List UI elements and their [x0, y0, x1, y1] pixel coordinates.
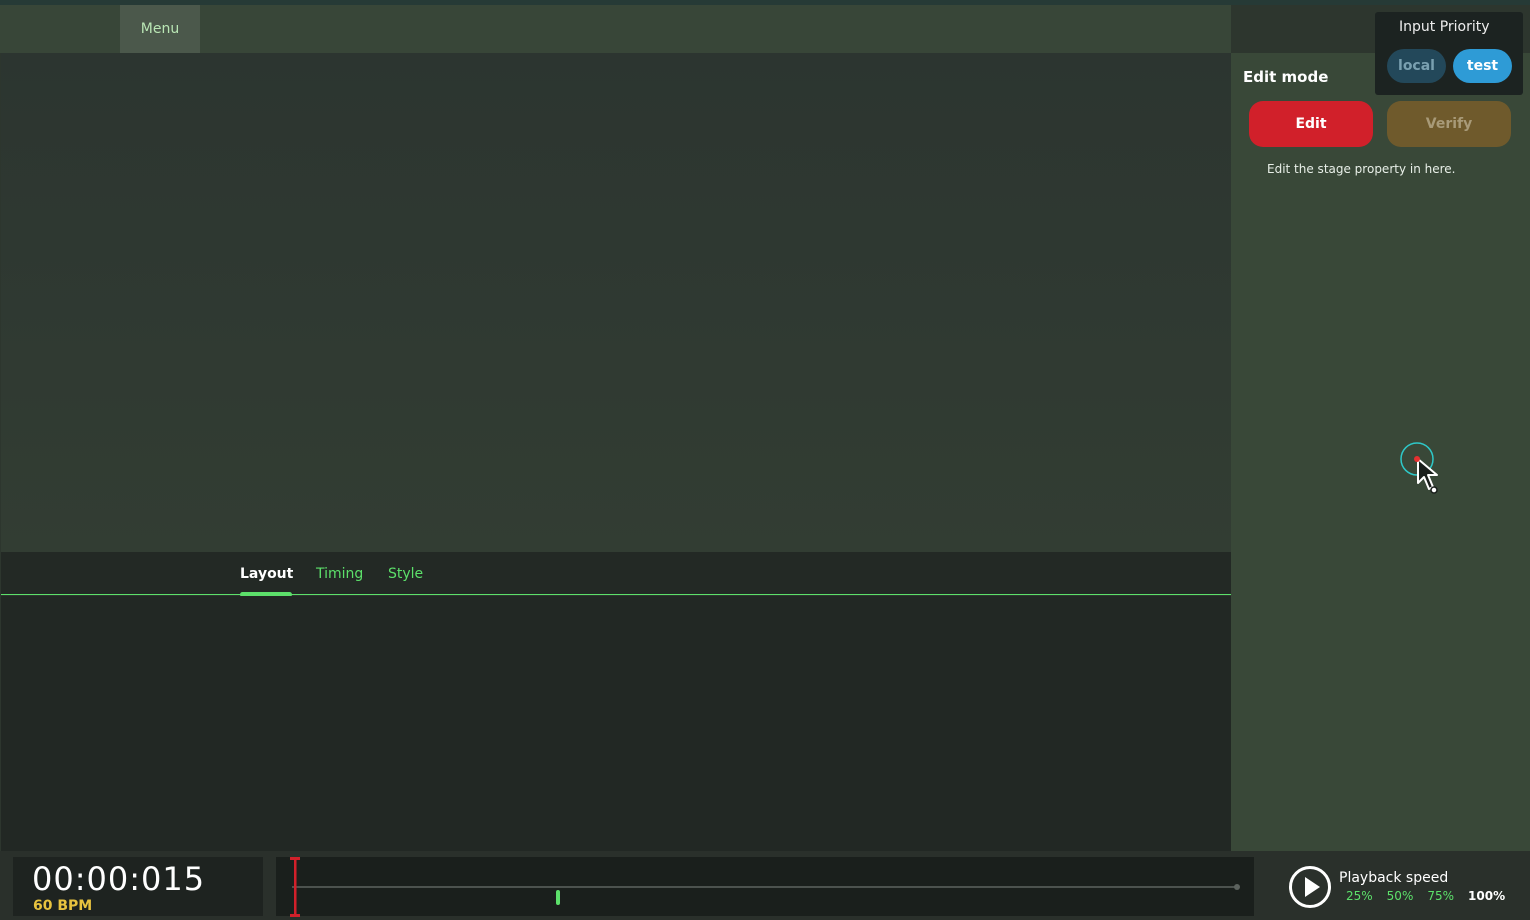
- timeline-track: [292, 886, 1238, 888]
- input-priority-popup: Input Priority local test: [1375, 12, 1523, 95]
- input-priority-title: Input Priority: [1399, 19, 1490, 35]
- speed-75[interactable]: 75%: [1427, 889, 1454, 903]
- edit-mode-title: Edit mode: [1243, 68, 1329, 86]
- playback-speed-options: 25% 50% 75% 100%: [1346, 889, 1505, 903]
- tab-bar: Layout Timing Style: [1, 552, 1231, 597]
- timeline-end-marker: [1234, 884, 1240, 890]
- time-display: 00:00:015 60 BPM: [13, 857, 263, 916]
- stage-canvas[interactable]: [1, 53, 1231, 552]
- mouse-pointer-icon: [1400, 442, 1438, 494]
- speed-25[interactable]: 25%: [1346, 889, 1373, 903]
- beat-marker: [556, 890, 560, 905]
- tab-style[interactable]: Style: [388, 566, 423, 582]
- playback-footer: 00:00:015 60 BPM Playback speed 25% 50% …: [0, 851, 1530, 920]
- play-circle-icon[interactable]: [1288, 865, 1332, 909]
- priority-test-button[interactable]: test: [1453, 49, 1512, 83]
- timeline-scrubber[interactable]: [276, 857, 1254, 917]
- tab-content-pane: [1, 596, 1231, 851]
- verify-button[interactable]: Verify: [1387, 101, 1511, 147]
- playback-speed-title: Playback speed: [1339, 870, 1449, 886]
- menu-button[interactable]: Menu: [120, 5, 200, 53]
- tab-timing[interactable]: Timing: [316, 566, 363, 582]
- menu-bar: Menu: [0, 5, 1231, 53]
- speed-100[interactable]: 100%: [1468, 889, 1505, 903]
- edit-mode-description: Edit the stage property in here.: [1267, 162, 1456, 176]
- priority-local-button[interactable]: local: [1387, 49, 1446, 83]
- speed-50[interactable]: 50%: [1387, 889, 1414, 903]
- edit-button[interactable]: Edit: [1249, 101, 1373, 147]
- edit-mode-panel: Edit mode Edit Verify Edit the stage pro…: [1231, 53, 1530, 851]
- tab-layout[interactable]: Layout: [240, 566, 293, 582]
- playhead-handle[interactable]: [290, 857, 300, 917]
- bpm-readout: 60 BPM: [33, 898, 93, 914]
- current-time: 00:00:015: [32, 860, 206, 898]
